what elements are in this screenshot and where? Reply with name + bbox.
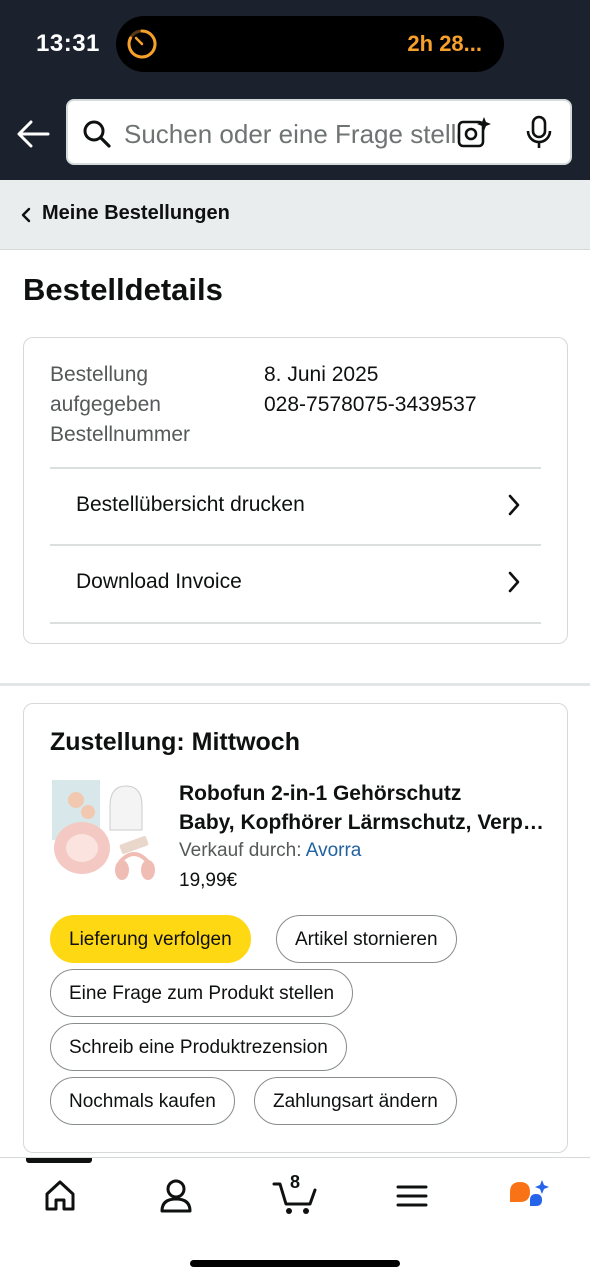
order-values: 8. Juni 2025 028-7578075-3439537 xyxy=(264,360,477,420)
delivery-card: Zustellung: Mittwoch Robofun 2-in-1 Gehö… xyxy=(23,703,568,1153)
order-date-value: 8. Juni 2025 xyxy=(264,363,379,386)
breadcrumb-label: Meine Bestellungen xyxy=(42,202,230,224)
order-info-card: Bestellung aufgegeben Bestellnummer 8. J… xyxy=(23,337,568,644)
home-icon[interactable] xyxy=(40,1176,80,1216)
dynamic-island[interactable]: 2h 28... xyxy=(116,16,504,72)
menu-icon[interactable] xyxy=(392,1176,432,1216)
home-indicator xyxy=(190,1260,400,1267)
order-number-value: 028-7578075-3439537 xyxy=(264,393,477,416)
print-summary-row[interactable]: Bestellübersicht drucken xyxy=(50,469,541,543)
breadcrumb[interactable]: Meine Bestellungen xyxy=(0,180,590,250)
divider xyxy=(50,622,541,624)
download-invoice-label: Download Invoice xyxy=(76,570,242,593)
status-time: 13:31 xyxy=(36,30,100,57)
product-title-line-2: Baby, Kopfhörer Lärmschutz, Verpackung..… xyxy=(179,811,549,834)
timer-ring-icon xyxy=(127,29,157,59)
write-review-button[interactable]: Schreib eine Produktrezension xyxy=(50,1023,347,1071)
product-title[interactable]: Robofun 2-in-1 Gehörschutz Baby, Kopfhör… xyxy=(179,779,549,837)
download-invoice-row[interactable]: Download Invoice xyxy=(50,546,541,620)
search-header: Suchen oder eine Frage stellen xyxy=(0,86,590,180)
order-date-label-1: Bestellung xyxy=(50,363,149,386)
search-placeholder: Suchen oder eine Frage stellen xyxy=(124,119,486,149)
page-title: Bestelldetails xyxy=(23,272,223,307)
track-delivery-button[interactable]: Lieferung verfolgen xyxy=(50,915,251,963)
search-input[interactable]: Suchen oder eine Frage stellen xyxy=(66,99,572,165)
search-icon xyxy=(83,120,111,148)
change-payment-button[interactable]: Zahlungsart ändern xyxy=(254,1077,457,1125)
product-image[interactable] xyxy=(50,776,160,888)
chevron-right-icon xyxy=(508,494,520,516)
rufus-assistant-icon[interactable] xyxy=(506,1176,552,1216)
print-summary-label: Bestellübersicht drucken xyxy=(76,493,305,516)
cart-count-badge: 8 xyxy=(290,1172,301,1192)
back-arrow-icon[interactable] xyxy=(16,118,50,150)
activity-text: 2h 28... xyxy=(407,31,482,56)
ask-question-button[interactable]: Eine Frage zum Produkt stellen xyxy=(50,969,354,1017)
chevron-right-icon xyxy=(508,571,520,593)
seller-link[interactable]: Avorra xyxy=(306,840,362,861)
account-icon[interactable] xyxy=(156,1176,196,1216)
order-labels: Bestellung aufgegeben Bestellnummer xyxy=(50,360,240,450)
order-number-label: Bestellnummer xyxy=(50,423,191,446)
seller-info: Verkauf durch: Avorra xyxy=(179,840,361,862)
order-date-label-2: aufgegeben xyxy=(50,393,161,416)
delivery-title: Zustellung: Mittwoch xyxy=(50,728,300,756)
microphone-icon[interactable] xyxy=(524,115,554,151)
camera-lens-icon[interactable] xyxy=(456,115,492,151)
status-bar: 13:31 2h 28... xyxy=(0,0,590,86)
buy-again-button[interactable]: Nochmals kaufen xyxy=(50,1077,235,1125)
chevron-left-icon xyxy=(21,207,31,223)
section-separator xyxy=(0,683,590,686)
seller-prefix: Verkauf durch: xyxy=(179,840,306,861)
product-title-line-1: Robofun 2-in-1 Gehörschutz xyxy=(179,782,462,805)
cancel-item-button[interactable]: Artikel stornieren xyxy=(276,915,457,963)
active-tab-indicator xyxy=(26,1158,92,1163)
product-price: 19,99€ xyxy=(179,870,238,891)
bottom-navigation: 8 xyxy=(0,1157,590,1280)
